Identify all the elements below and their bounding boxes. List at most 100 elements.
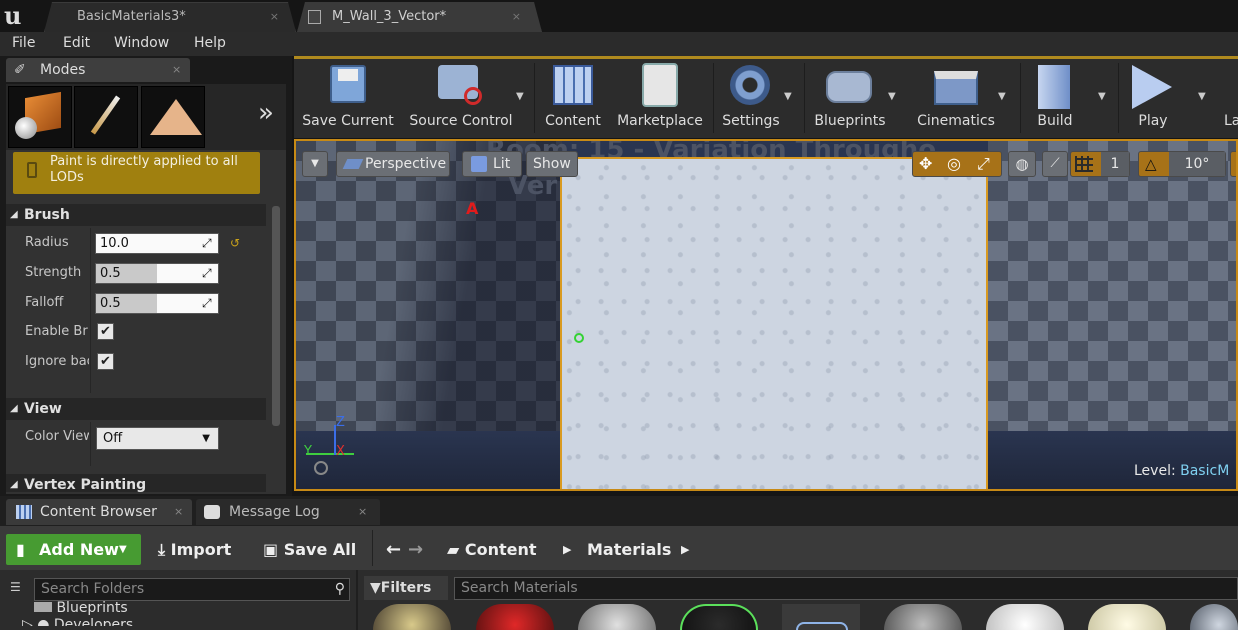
close-icon[interactable]: × — [270, 3, 279, 31]
vertex-painting-section-header[interactable]: ◢ Vertex Painting — [6, 474, 266, 492]
forward-arrow-icon[interactable]: → — [408, 534, 423, 565]
paint-mode-button[interactable] — [74, 86, 138, 148]
world-local-icon[interactable]: ◍ — [1008, 151, 1036, 177]
chevron-down-icon[interactable]: ▼ — [888, 91, 896, 102]
import-button[interactable]: ⤓ Import — [158, 534, 231, 565]
angle-snap-control[interactable]: △ 10° — [1138, 151, 1226, 177]
search-folders-input[interactable]: Search Folders ⚲ — [34, 578, 350, 601]
close-icon[interactable]: × — [512, 3, 521, 31]
blueprints-button[interactable]: Blueprints — [808, 59, 892, 137]
unreal-logo-icon[interactable]: u — [4, 2, 32, 30]
place-mode-button[interactable] — [8, 86, 72, 148]
crumb-content[interactable]: ▰ Content — [447, 534, 537, 565]
menu-help[interactable]: Help — [194, 32, 226, 56]
tab-m-wall-3-vector[interactable]: M_Wall_3_Vector* × — [297, 2, 542, 32]
material-thumbnail[interactable] — [578, 604, 656, 630]
material-thumbnail[interactable] — [1088, 604, 1166, 630]
view-options-icon[interactable]: ☰ — [10, 580, 21, 594]
add-new-button[interactable]: ▮ Add New ▼ — [6, 534, 141, 565]
material-thumbnail[interactable] — [476, 604, 554, 630]
back-arrow-icon[interactable]: ← — [386, 534, 401, 565]
material-thumbnail[interactable] — [680, 604, 758, 630]
modes-tab[interactable]: ✐ Modes × — [6, 58, 190, 82]
material-thumbnail[interactable] — [782, 604, 860, 630]
material-thumbnail[interactable] — [373, 604, 451, 630]
menu-edit[interactable]: Edit — [63, 32, 90, 56]
reset-icon[interactable]: ↺ — [230, 236, 240, 250]
perspective-button[interactable]: Perspective — [336, 151, 450, 177]
rotate-icon[interactable]: ◎ — [947, 152, 961, 176]
view-section-header[interactable]: ◢ View — [6, 398, 266, 420]
view-header-label: View — [24, 401, 62, 417]
close-icon[interactable]: × — [172, 58, 181, 82]
show-button[interactable]: Show — [526, 151, 578, 177]
move-icon[interactable]: ✥ — [919, 152, 932, 176]
scale-snap-control[interactable] — [1230, 151, 1236, 177]
chevron-down-icon[interactable]: ▼ — [516, 91, 524, 102]
collapse-icon: ◢ — [10, 209, 18, 220]
menu-file[interactable]: File — [12, 32, 35, 56]
save-current-button[interactable]: Save Current — [298, 59, 398, 137]
lit-button[interactable]: Lit — [462, 151, 522, 177]
filters-label: Filters — [380, 580, 432, 596]
grid-size-value: 1 — [1101, 152, 1129, 176]
search-materials-input[interactable]: Search Materials — [454, 577, 1238, 600]
level-viewport[interactable]: Room: 15 - Variation Througho Ver A ▼ Pe… — [294, 139, 1238, 491]
strength-field[interactable]: 0.5 ⤢ — [95, 263, 219, 284]
folder-item-blueprints[interactable]: Blueprints — [34, 600, 128, 616]
crumb-separator-icon[interactable]: ▶ — [563, 534, 571, 565]
falloff-label: Falloff — [25, 295, 64, 310]
ignore-backface-checkbox[interactable]: ✔ — [97, 353, 114, 370]
surface-snap-icon[interactable]: ⟋ — [1042, 151, 1068, 177]
wall-material-mesh[interactable] — [560, 157, 988, 489]
play-button[interactable]: Play — [1120, 59, 1186, 137]
save-all-button[interactable]: ▣ Save All — [263, 534, 356, 565]
settings-button[interactable]: Settings — [716, 59, 786, 137]
divider — [90, 228, 91, 393]
menu-window[interactable]: Window — [114, 32, 169, 56]
modes-overflow-icon[interactable]: » — [258, 98, 274, 128]
transform-tools[interactable]: ✥ ◎ ⤢ — [912, 151, 1002, 177]
chevron-down-icon[interactable]: ▼ — [784, 91, 792, 102]
color-view-value: Off — [103, 431, 123, 446]
chevron-down-icon[interactable]: ▼ — [998, 91, 1006, 102]
scale-icon[interactable]: ⤢ — [977, 152, 990, 176]
material-thumbnail[interactable] — [884, 604, 962, 630]
falloff-field[interactable]: 0.5 ⤢ — [95, 293, 219, 314]
brush-section-header[interactable]: ◢ Brush — [6, 204, 266, 226]
scrollbar[interactable] — [272, 206, 280, 426]
search-folders-placeholder: Search Folders — [41, 581, 145, 597]
material-thumbnail[interactable] — [986, 604, 1064, 630]
build-button[interactable]: Build — [1024, 59, 1086, 137]
filters-button[interactable]: ▼Filters — [364, 576, 448, 600]
folder-icon — [34, 602, 52, 612]
chevron-down-icon[interactable]: ▼ — [1098, 91, 1106, 102]
brush-cursor-icon — [574, 333, 584, 343]
cinematics-button[interactable]: Cinematics — [912, 59, 1000, 137]
launch-button[interactable]: La — [1224, 59, 1238, 137]
tab-message-log[interactable]: Message Log × — [196, 499, 380, 525]
tab-content-browser[interactable]: Content Browser × — [6, 499, 192, 525]
content-button[interactable]: Content — [538, 59, 608, 137]
crumb-materials[interactable]: Materials — [587, 534, 671, 565]
grid-snap-control[interactable]: 1 — [1070, 151, 1130, 177]
tab-basicmaterials3[interactable]: BasicMaterials3* × — [44, 2, 296, 32]
camera-speed-icon — [314, 461, 328, 475]
landscape-mode-button[interactable] — [141, 86, 205, 148]
color-view-dropdown[interactable]: Off ▼ — [96, 427, 219, 450]
enable-brush-checkbox[interactable]: ✔ — [97, 323, 114, 340]
enable-brush-label: Enable Br — [25, 324, 88, 339]
source-control-button[interactable]: Source Control — [402, 59, 520, 137]
marketplace-label: Marketplace — [617, 113, 703, 129]
content-browser-icon — [16, 505, 32, 519]
paint-notice: Paint is directly applied to all LODs — [13, 152, 260, 194]
chevron-down-icon[interactable]: ▼ — [1198, 91, 1206, 102]
axis-y-line — [306, 453, 354, 455]
folder-item-developers[interactable]: ▷ ● Developers — [22, 616, 133, 626]
close-icon[interactable]: × — [174, 499, 183, 525]
close-icon[interactable]: × — [358, 499, 367, 525]
marketplace-button[interactable]: Marketplace — [612, 59, 708, 137]
viewport-options-button[interactable]: ▼ — [302, 151, 328, 177]
crumb-separator-icon[interactable]: ▶ — [681, 534, 689, 565]
radius-field[interactable]: 10.0 ⤢ — [95, 233, 219, 254]
